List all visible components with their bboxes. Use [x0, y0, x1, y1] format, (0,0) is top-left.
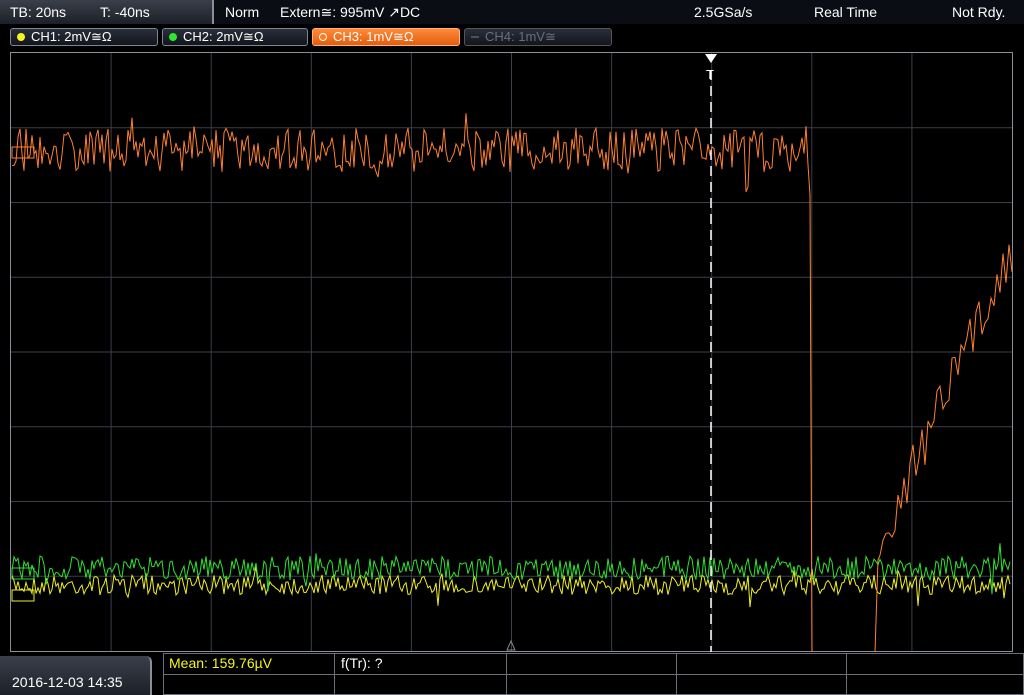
- datetime-panel: 2016-12-03 14:35: [0, 656, 152, 695]
- trigger-marker-label: T: [706, 67, 714, 82]
- waveform-svg: T: [11, 53, 1013, 653]
- measurement-table[interactable]: Mean: 159.76µV f(Tr): ?: [163, 653, 1024, 695]
- meas-divider: [164, 674, 1024, 675]
- mean-measurement: Mean: 159.76µV: [169, 655, 273, 671]
- rise-time-measurement: f(Tr): ?: [341, 655, 383, 671]
- trigger-position-icon[interactable]: [705, 54, 717, 63]
- ch1-offset-marker-icon[interactable]: [11, 589, 35, 602]
- datetime: 2016-12-03 14:35: [12, 674, 123, 690]
